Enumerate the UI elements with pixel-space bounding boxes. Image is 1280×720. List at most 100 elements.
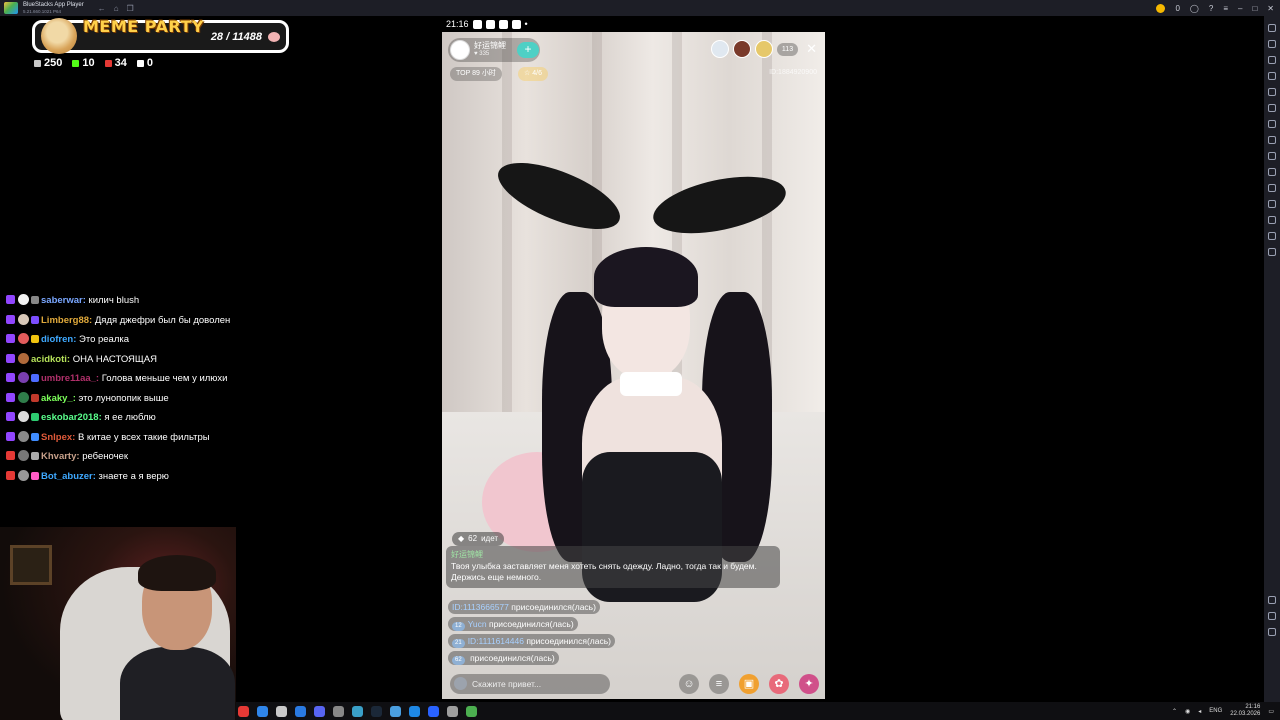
fullscreen-icon[interactable]	[1268, 24, 1276, 32]
notification-icon	[511, 19, 521, 29]
menu-icon[interactable]: ≡	[1223, 4, 1228, 13]
chat-username[interactable]: Bot_abuzer:	[41, 471, 96, 482]
macro-icon[interactable]	[1268, 216, 1276, 224]
clock[interactable]: 21:16 22.03.2026	[1230, 704, 1260, 718]
windows-taskbar: ⌃ ◉ ◂ ENG 21:16 22.03.2026 ▭	[236, 702, 1280, 720]
user-avatar[interactable]	[18, 391, 29, 403]
close-window-icon[interactable]: ✕	[1267, 4, 1274, 13]
app-icon-dark-blue[interactable]	[428, 705, 439, 717]
stream-chat: saberwar: килич blush Limberg88: Дядя дже…	[6, 294, 231, 489]
taskbar-apps	[238, 705, 477, 717]
tabs-icon[interactable]: ❐	[127, 4, 134, 13]
chat-text: ОНА НАСТОЯЩАЯ	[72, 353, 157, 365]
edge-icon[interactable]	[257, 705, 268, 717]
user-avatar[interactable]	[18, 372, 29, 383]
gift-icon[interactable]: ✦	[799, 674, 819, 694]
multi-instance-icon[interactable]	[1268, 200, 1276, 208]
follow-button[interactable]: +	[517, 42, 539, 58]
comment-input[interactable]: Скажите привет...	[450, 674, 610, 694]
chat-username[interactable]: acidkoti:	[31, 354, 70, 365]
user-avatar[interactable]	[18, 313, 29, 325]
shake-icon[interactable]	[1268, 104, 1276, 112]
language-indicator[interactable]: ENG	[1209, 708, 1222, 714]
user-avatar[interactable]	[18, 333, 29, 344]
gamepad-icon[interactable]	[1268, 72, 1276, 80]
settings-icon[interactable]	[1268, 596, 1276, 604]
home-icon[interactable]: ⌂	[114, 4, 119, 13]
speaker-icon[interactable]: ◂	[1198, 708, 1201, 715]
folder-icon[interactable]	[1268, 168, 1276, 176]
volume-icon[interactable]	[1268, 40, 1276, 48]
app-icon-silver[interactable]	[447, 705, 458, 717]
app-icon-blue[interactable]	[295, 705, 306, 717]
app-icon-gray[interactable]	[276, 705, 287, 717]
stat-w-count: 0	[136, 57, 153, 69]
minimize-icon[interactable]: –	[1238, 4, 1242, 13]
help-icon[interactable]: ?	[1209, 4, 1213, 13]
user-avatar[interactable]	[18, 469, 29, 481]
bluestacks-taskbar-icon[interactable]	[466, 705, 477, 717]
platform-badge-icon	[6, 451, 15, 460]
platform-badge-icon	[6, 373, 15, 382]
phone-time: 21:16	[446, 19, 469, 29]
tray-expand-icon[interactable]: ⌃	[1172, 708, 1177, 715]
account-icon[interactable]: ◯	[1190, 4, 1199, 13]
network-icon[interactable]: ◉	[1185, 708, 1190, 715]
viewer-avatar[interactable]	[754, 40, 773, 58]
apk-icon[interactable]	[1268, 152, 1276, 160]
sync-icon[interactable]	[1268, 248, 1276, 256]
location-icon[interactable]	[1268, 184, 1276, 192]
chat-username[interactable]: diofren:	[41, 334, 76, 345]
play-icon[interactable]	[409, 705, 420, 717]
join-user: ID:1111614446	[467, 636, 524, 646]
guests-pill[interactable]: ☆ 4/6	[518, 67, 548, 81]
eco-mode-icon[interactable]	[1268, 232, 1276, 240]
join-user: Yucn	[467, 619, 487, 629]
rotate-icon[interactable]	[1268, 88, 1276, 96]
discord-icon[interactable]	[314, 705, 325, 717]
app-icon-teal[interactable]	[352, 705, 363, 717]
close-icon[interactable]: ✕	[806, 41, 817, 57]
chat-text: Дядя джефри был бы доволен	[94, 314, 231, 326]
screenshot-icon[interactable]	[1268, 120, 1276, 128]
dot-icon: •	[524, 19, 528, 29]
steam-icon[interactable]	[371, 705, 382, 717]
sub-badge-icon	[31, 315, 39, 324]
live-icon	[104, 59, 112, 67]
platform-badge-icon	[6, 334, 15, 343]
chat-username[interactable]: Khvarty:	[41, 451, 80, 462]
host-avatar[interactable]	[450, 40, 470, 60]
chat-username[interactable]: Limberg88:	[41, 315, 92, 326]
app-icon-red[interactable]	[238, 705, 249, 717]
chat-username[interactable]: saberwar:	[41, 295, 86, 306]
app-icon-lightblue[interactable]	[390, 705, 401, 717]
sub-badge-icon	[31, 452, 39, 460]
rank-pill[interactable]: TOP 89 小时	[450, 67, 502, 81]
user-avatar[interactable]	[18, 450, 29, 461]
platform-badge-icon	[6, 314, 15, 324]
chat-username[interactable]: eskobar2018:	[41, 412, 102, 423]
rose-gift-icon[interactable]: ✿	[769, 674, 789, 694]
emoji-icon[interactable]: ☺	[679, 674, 699, 694]
notification-center-icon[interactable]: ▭	[1268, 708, 1274, 715]
webcam-feed	[0, 527, 236, 720]
record-icon[interactable]	[1268, 136, 1276, 144]
viewer-avatar[interactable]	[710, 40, 729, 58]
user-avatar[interactable]	[18, 294, 29, 305]
maximize-icon[interactable]: □	[1252, 4, 1257, 13]
back-icon[interactable]: ←	[98, 4, 106, 13]
user-avatar[interactable]	[18, 411, 29, 422]
game-icon[interactable]: ▣	[739, 674, 759, 694]
home-android-icon[interactable]	[1268, 628, 1276, 636]
viewer-count[interactable]: 113	[776, 42, 799, 56]
keyboard-icon[interactable]	[1268, 56, 1276, 64]
chat-username[interactable]: akaky_:	[41, 393, 76, 404]
user-avatar[interactable]	[18, 430, 29, 442]
gear-app-icon[interactable]	[333, 705, 344, 717]
more-menu-icon[interactable]: ≡	[709, 674, 729, 694]
viewer-avatar[interactable]	[732, 40, 751, 58]
back-android-icon[interactable]	[1268, 612, 1276, 620]
chat-username[interactable]: Snlpex:	[41, 432, 75, 443]
user-avatar[interactable]	[18, 352, 29, 364]
chat-username[interactable]: umbre11aa_:	[41, 373, 99, 384]
